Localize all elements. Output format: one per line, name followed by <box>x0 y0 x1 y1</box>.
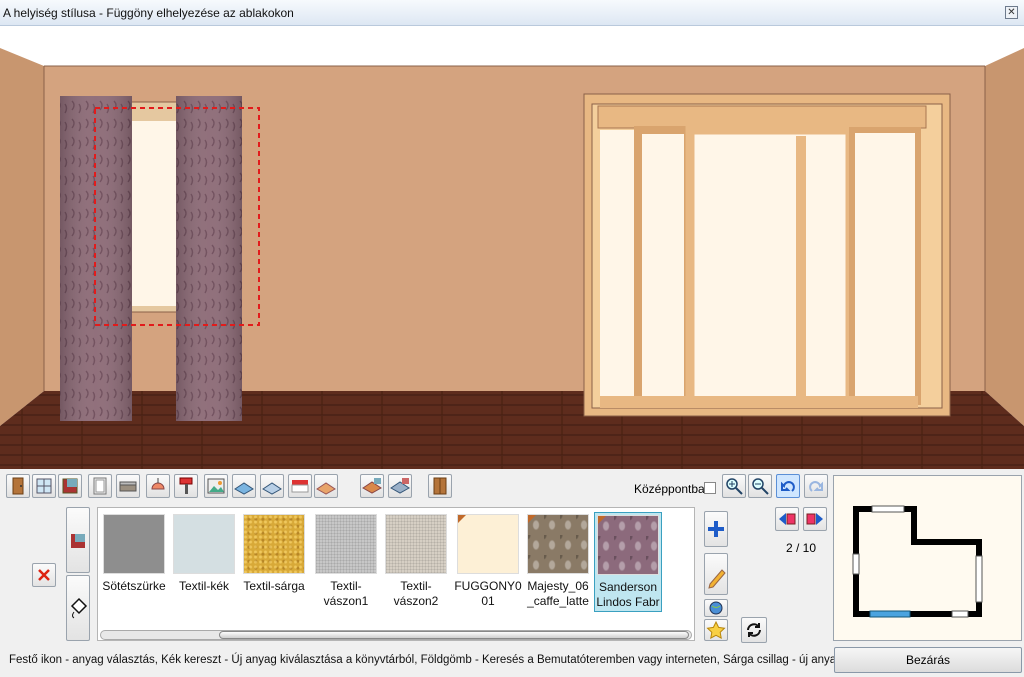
paint-bucket-icon[interactable] <box>66 575 90 641</box>
library-marker-icon <box>598 516 606 524</box>
material-label: Sötétszürke <box>102 579 166 593</box>
paint-roller-icon[interactable] <box>174 474 198 498</box>
material-label: Textil-sárga <box>243 579 305 593</box>
center-label: Középpontba <box>634 482 705 496</box>
material-label: Majesty_06 _caffe_latte <box>527 579 589 608</box>
material-swatch <box>527 514 589 574</box>
sofa-icon[interactable] <box>116 474 140 498</box>
center-checkbox[interactable] <box>704 482 716 494</box>
material-tile[interactable]: Textil-kék <box>170 512 238 612</box>
tile-floor-icon[interactable] <box>388 474 412 498</box>
yellow-star-icon[interactable] <box>704 619 728 641</box>
blue-cross-icon[interactable] <box>704 511 728 547</box>
tool-strip: Középpontba <box>0 470 830 504</box>
room-scene <box>0 26 1024 469</box>
library-marker-icon <box>528 515 536 523</box>
close-icon[interactable]: ✕ <box>1005 6 1018 19</box>
material-label: Textil- vászon2 <box>393 579 439 608</box>
door-icon[interactable] <box>6 474 30 498</box>
floor-tile-icon[interactable] <box>232 474 256 498</box>
material-label: Sanderson Lindos Fabr <box>596 580 660 609</box>
material-swatch <box>243 514 305 574</box>
horizontal-scrollbar[interactable] <box>100 630 692 640</box>
red-x-icon[interactable] <box>32 563 56 587</box>
curtain-icon[interactable] <box>66 507 90 573</box>
title-bar: A helyiség stílusa - Függöny elhelyezése… <box>0 0 1024 26</box>
material-label: Textil- vászon1 <box>323 579 369 608</box>
refresh-icon[interactable] <box>741 617 767 643</box>
scroll-thumb[interactable] <box>219 631 689 639</box>
picture-icon[interactable] <box>204 474 228 498</box>
page-indicator: 2 / 10 <box>786 541 817 555</box>
zoom-out-icon[interactable] <box>748 474 772 498</box>
zoom-in-icon[interactable] <box>722 474 746 498</box>
undo-icon[interactable] <box>776 474 800 498</box>
next-page-icon[interactable] <box>803 507 827 531</box>
material-tile[interactable]: FUGGONY0 01 <box>454 512 522 612</box>
awning-icon[interactable] <box>288 474 312 498</box>
material-tile[interactable]: Majesty_06 _caffe_latte <box>524 512 592 612</box>
window-title: A helyiség stílusa - Függöny elhelyezése… <box>3 6 294 20</box>
status-hint: Festő ikon - anyag választás, Kék keresz… <box>9 654 843 666</box>
material-label: FUGGONY0 01 <box>454 579 522 608</box>
pencil-icon[interactable] <box>704 553 728 595</box>
library-marker-icon <box>458 515 466 523</box>
wardrobe-icon[interactable] <box>428 474 452 498</box>
material-swatch <box>103 514 165 574</box>
material-swatch <box>315 514 377 574</box>
lamp-icon[interactable] <box>146 474 170 498</box>
material-swatch <box>457 514 519 574</box>
material-tile[interactable]: Sanderson Lindos Fabr <box>594 512 662 612</box>
room-3d-view[interactable] <box>0 26 1024 469</box>
prev-page-icon[interactable] <box>775 507 799 531</box>
wall-material-icon[interactable] <box>58 474 82 498</box>
material-tile[interactable]: Textil- vászon2 <box>382 512 450 612</box>
material-tile[interactable]: Sötétszürke <box>100 512 168 612</box>
material-tile[interactable]: Textil- vászon1 <box>312 512 380 612</box>
redo-icon[interactable] <box>804 474 828 498</box>
cabinet-icon[interactable] <box>88 474 112 498</box>
material-library-panel: Sötétszürke Textil-kék Textil-sárga Textil-… <box>0 505 830 647</box>
material-swatch <box>597 515 659 575</box>
bed-icon[interactable] <box>314 474 338 498</box>
floor-pattern-icon[interactable] <box>260 474 284 498</box>
material-tile[interactable]: Textil-sárga <box>240 512 308 612</box>
close-button[interactable]: Bezárás <box>834 647 1022 673</box>
material-label: Textil-kék <box>178 579 229 593</box>
window-icon[interactable] <box>32 474 56 498</box>
material-swatch <box>385 514 447 574</box>
material-list[interactable]: Sötétszürke Textil-kék Textil-sárga Textil-… <box>97 507 695 641</box>
globe-icon[interactable] <box>704 599 728 617</box>
floor-plan-minimap[interactable] <box>833 475 1022 641</box>
brick-floor-icon[interactable] <box>360 474 384 498</box>
material-swatch <box>173 514 235 574</box>
